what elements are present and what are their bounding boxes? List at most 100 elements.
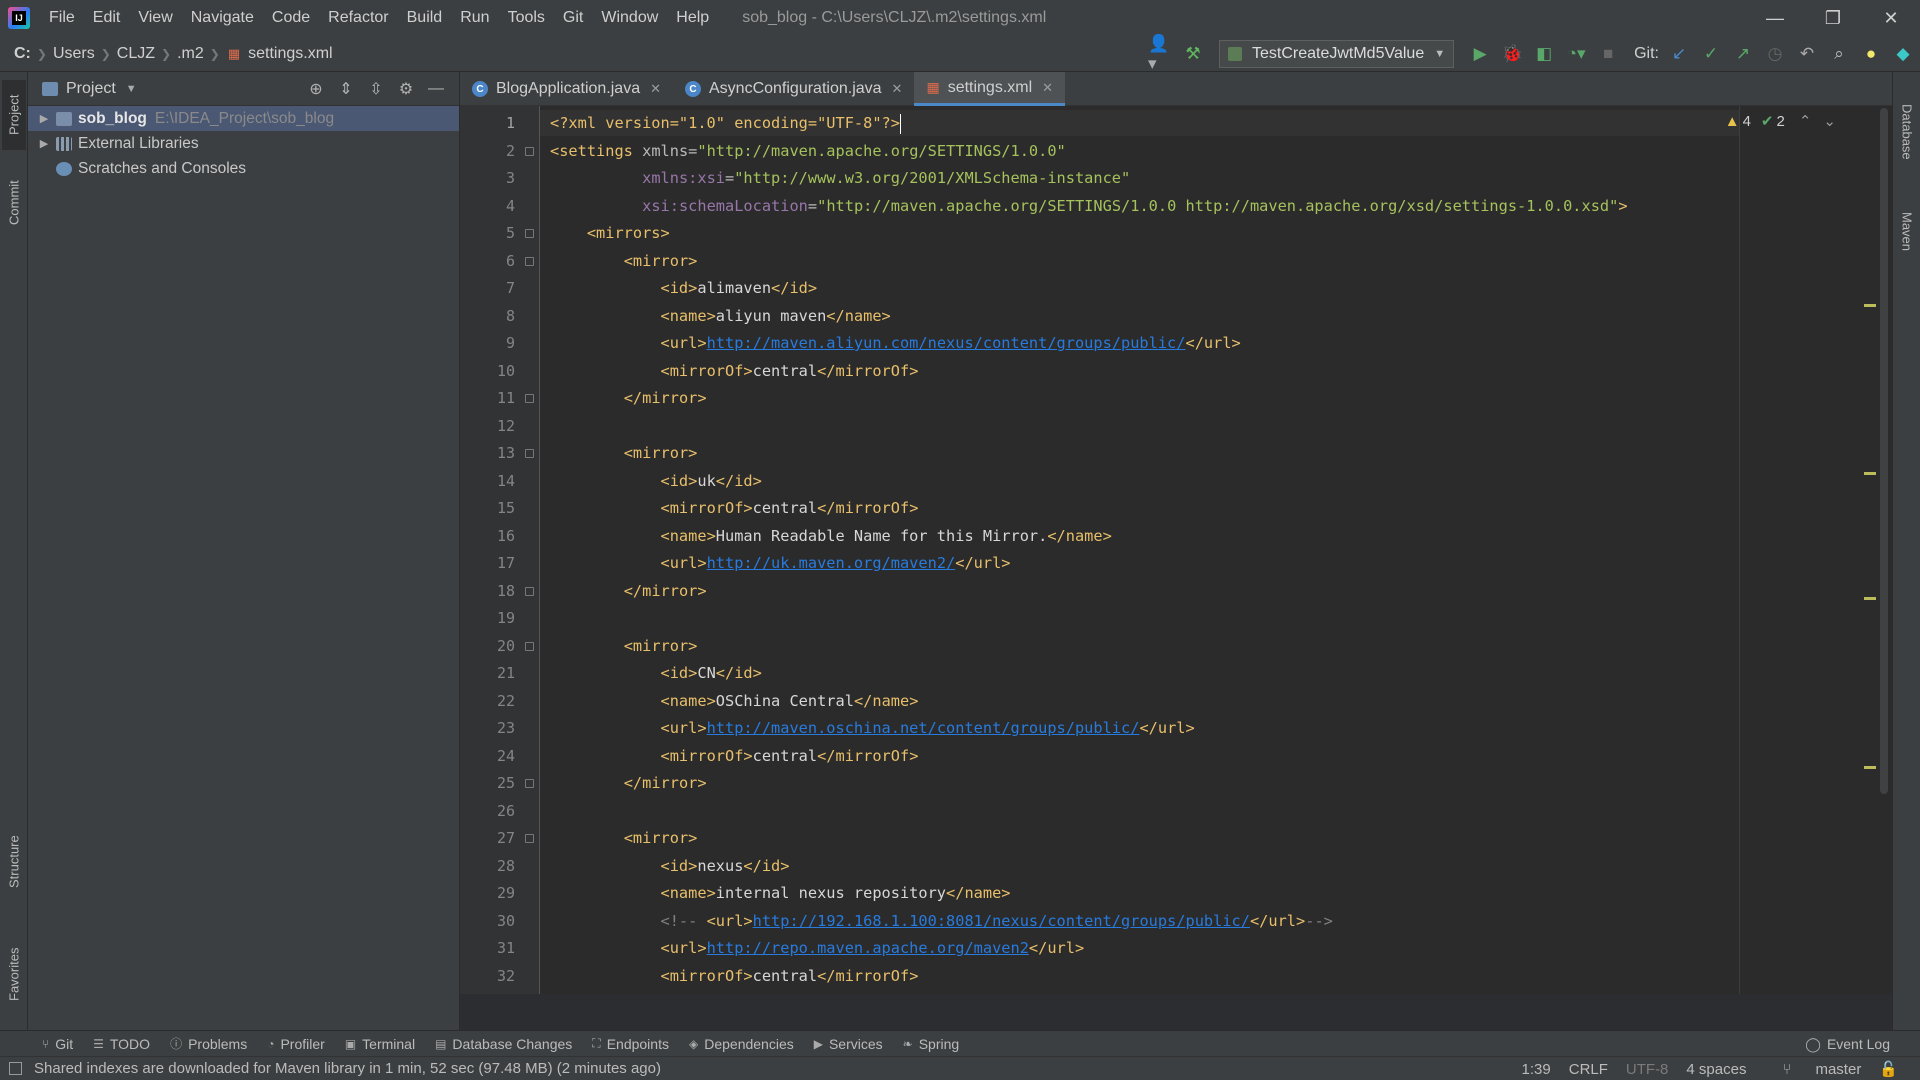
chevron-down-icon[interactable]: ▼ — [126, 83, 137, 95]
line-number[interactable]: 16 — [497, 527, 515, 545]
menu-build[interactable]: Build — [398, 0, 452, 36]
warning-mark[interactable] — [1864, 766, 1876, 769]
fold-marker-icon[interactable] — [525, 256, 534, 266]
tab-settings-xml[interactable]: ▦ settings.xml ✕ — [914, 72, 1066, 106]
user-dropdown-icon[interactable]: 👤▾ — [1148, 34, 1174, 73]
line-number[interactable]: 30 — [497, 912, 515, 930]
close-tab-icon[interactable]: ✕ — [892, 81, 903, 97]
git-push-icon[interactable]: ↗ — [1730, 41, 1756, 67]
profile-icon[interactable]: ◔▾ — [1563, 41, 1589, 67]
code-line[interactable]: <?xml version="1.0" encoding="UTF-8"?> — [550, 110, 901, 137]
menu-view[interactable]: View — [129, 0, 181, 36]
git-tool-button[interactable]: ⑂ Git — [32, 1036, 83, 1052]
breadcrumb-cljz[interactable]: CLJZ — [113, 45, 159, 63]
git-rollback-icon[interactable]: ↶ — [1794, 41, 1820, 67]
project-view-selector[interactable]: Project — [66, 80, 116, 98]
url-link[interactable]: http://uk.maven.org/maven2/ — [707, 554, 956, 572]
line-number[interactable]: 29 — [497, 884, 515, 902]
run-configuration-select[interactable]: TestCreateJwtMd5Value ▼ — [1218, 40, 1455, 68]
line-number[interactable]: 6 — [506, 252, 515, 270]
code-line[interactable]: xsi:schemaLocation="http://maven.apache.… — [550, 193, 1627, 220]
line-number[interactable]: 9 — [506, 334, 515, 352]
tree-item-sob-blog[interactable]: ▶ sob_blog E:\IDEA_Project\sob_blog — [28, 106, 459, 131]
error-stripe[interactable] — [1864, 106, 1876, 994]
code-editor[interactable]: 1 2 3 4 5 6 7 8 9 10 11 12 13 14 15 16 17 18 19 20 21 22 23 24 2… — [460, 106, 1892, 994]
line-number[interactable]: 24 — [497, 747, 515, 765]
code-line[interactable]: <url>http://maven.aliyun.com/nexus/conte… — [550, 330, 1241, 357]
todo-tool-button[interactable]: ☰ TODO — [83, 1036, 160, 1052]
line-number[interactable]: 23 — [497, 719, 515, 737]
url-link[interactable]: http://repo.maven.apache.org/maven2 — [707, 939, 1029, 957]
coverage-icon[interactable]: ◧ — [1531, 41, 1557, 67]
close-tab-icon[interactable]: ✕ — [650, 81, 661, 97]
line-number[interactable]: 25 — [497, 774, 515, 792]
code-line[interactable]: <mirror> — [550, 825, 698, 852]
code-line[interactable]: <name>internal nexus repository</name> — [550, 880, 1011, 907]
ide-features-icon[interactable]: ● — [1858, 41, 1884, 67]
line-separator[interactable]: CRLF — [1569, 1061, 1608, 1078]
menu-run[interactable]: Run — [451, 0, 498, 36]
line-number[interactable]: 1 — [506, 114, 515, 132]
tab-async-configuration[interactable]: C AsyncConfiguration.java ✕ — [673, 72, 914, 106]
line-number[interactable]: 20 — [497, 637, 515, 655]
code-line[interactable]: <url>http://uk.maven.org/maven2/</url> — [550, 550, 1011, 577]
fold-marker-icon[interactable] — [525, 779, 534, 788]
fold-marker-icon[interactable] — [525, 229, 534, 238]
status-message[interactable]: Shared indexes are downloaded for Maven … — [34, 1060, 661, 1077]
code-line[interactable]: <mirrors> — [550, 220, 670, 247]
spring-tool-button[interactable]: ❧ Spring — [893, 1036, 970, 1052]
code-line[interactable]: <id>alimaven</id> — [550, 275, 818, 302]
locate-file-icon[interactable]: ⊕ — [301, 76, 331, 102]
chevron-right-icon[interactable]: ▶ — [36, 112, 52, 125]
code-line[interactable]: <url>http://repo.maven.apache.org/maven2… — [550, 935, 1085, 962]
code-line[interactable]: <mirrorOf>central</mirrorOf> — [550, 963, 919, 990]
code-line[interactable]: <mirrorOf>central</mirrorOf> — [550, 495, 919, 522]
lock-icon[interactable]: 🔓 — [1879, 1060, 1898, 1078]
menu-help[interactable]: Help — [667, 0, 718, 36]
line-number[interactable]: 13 — [497, 444, 515, 462]
menu-code[interactable]: Code — [263, 0, 319, 36]
menu-tools[interactable]: Tools — [499, 0, 554, 36]
endpoints-tool-button[interactable]: ⛶ Endpoints — [582, 1036, 679, 1052]
minimize-button[interactable]: — — [1746, 0, 1804, 36]
line-number[interactable]: 11 — [497, 389, 515, 407]
code-line[interactable]: <mirror> — [550, 633, 698, 660]
code-line[interactable]: <mirrorOf>central</mirrorOf> — [550, 743, 919, 770]
warning-mark[interactable] — [1864, 597, 1876, 600]
line-number[interactable]: 21 — [497, 664, 515, 682]
code-line[interactable]: <id>nexus</id> — [550, 853, 790, 880]
url-link[interactable]: http://maven.oschina.net/content/groups/… — [707, 719, 1140, 737]
code-line[interactable]: </mirror> — [550, 385, 707, 412]
profiler-tool-button[interactable]: ◔ Profiler — [257, 1036, 335, 1052]
debug-icon[interactable]: 🐞 — [1499, 41, 1525, 67]
git-commit-icon[interactable]: ✓ — [1698, 41, 1724, 67]
services-tool-button[interactable]: ▶ Services — [804, 1036, 893, 1052]
database-tool-tab[interactable]: Database — [1895, 84, 1919, 180]
code-line[interactable]: xmlns:xsi="http://www.w3.org/2001/XMLSch… — [550, 165, 1130, 192]
caret-position[interactable]: 1:39 — [1522, 1061, 1551, 1078]
line-number[interactable]: 2 — [506, 142, 515, 160]
breadcrumb-settings-xml[interactable]: settings.xml — [244, 45, 336, 63]
line-number-gutter[interactable]: 1 2 3 4 5 6 7 8 9 10 11 12 13 14 15 16 17 18 19 20 21 22 23 24 2… — [460, 106, 540, 994]
chevron-down-icon[interactable]: ⌄ — [1823, 112, 1836, 130]
line-number[interactable]: 10 — [497, 362, 515, 380]
toggle-tool-windows-icon[interactable] — [9, 1062, 22, 1075]
line-number[interactable]: 3 — [506, 169, 515, 187]
line-number[interactable]: 5 — [506, 224, 515, 242]
url-link[interactable]: http://192.168.1.100:8081/nexus/content/… — [753, 912, 1250, 930]
inspection-widget[interactable]: ▲ 4 ✔ 2 ⌃ ⌄ — [1725, 112, 1836, 131]
fold-marker-icon[interactable] — [525, 394, 534, 403]
fold-marker-icon[interactable] — [525, 449, 534, 458]
file-encoding[interactable]: UTF-8 — [1626, 1061, 1669, 1078]
tree-item-scratches[interactable]: Scratches and Consoles — [28, 156, 459, 181]
menu-git[interactable]: Git — [554, 0, 592, 36]
code-line[interactable]: <id>uk</id> — [550, 468, 762, 495]
code-area[interactable]: <?xml version="1.0" encoding="UTF-8"?> <s… — [540, 106, 1800, 994]
line-number[interactable]: 26 — [497, 802, 515, 820]
problems-tool-button[interactable]: ⓘ Problems — [160, 1035, 257, 1052]
vertical-scrollbar[interactable] — [1880, 108, 1888, 794]
database-changes-tool-button[interactable]: ▤ Database Changes — [425, 1036, 582, 1052]
build-hammer-icon[interactable]: ⚒ — [1180, 41, 1206, 67]
code-line[interactable]: <id>CN</id> — [550, 660, 762, 687]
line-number[interactable]: 4 — [506, 197, 515, 215]
